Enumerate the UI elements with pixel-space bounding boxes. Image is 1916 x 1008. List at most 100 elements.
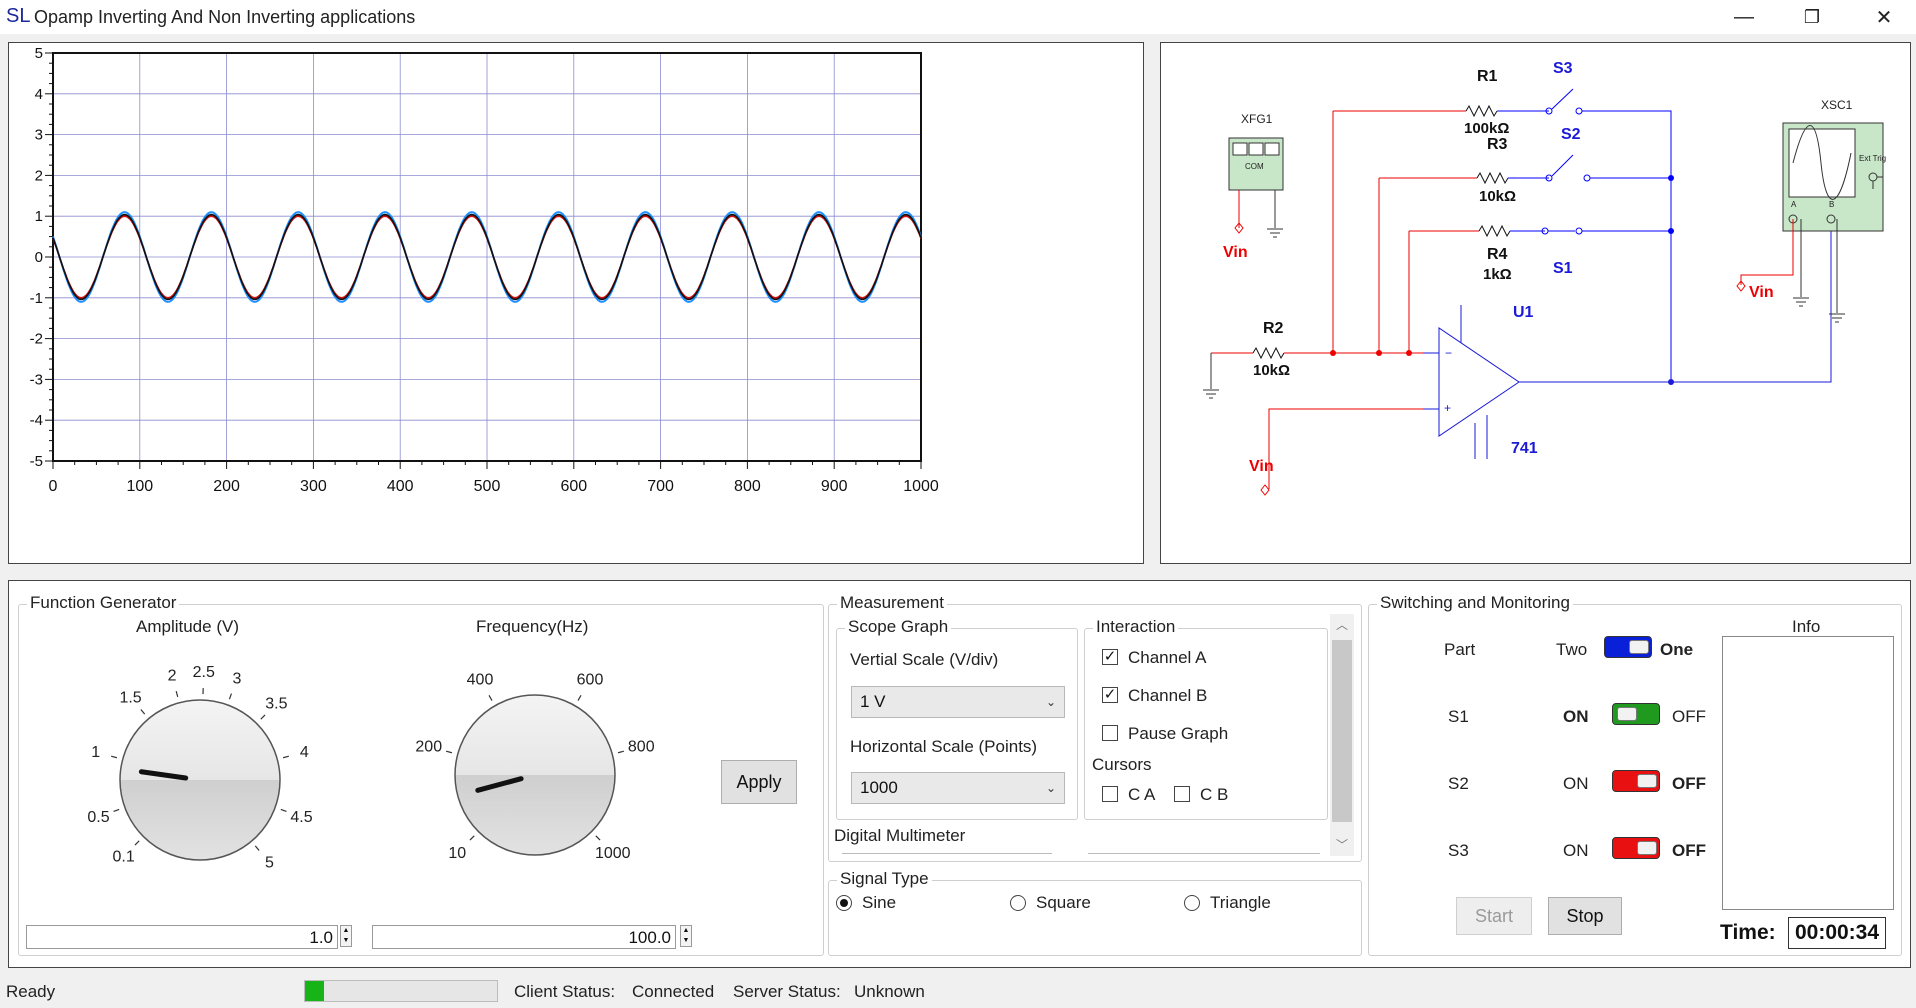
y-tick-label: -4 <box>30 412 43 429</box>
knob-tick <box>110 755 118 759</box>
knob-tick-label: 200 <box>415 739 442 756</box>
s2-toggle[interactable] <box>1612 770 1660 792</box>
pause-graph-checkbox[interactable] <box>1102 725 1118 741</box>
window-title: Opamp Inverting And Non Inverting applic… <box>34 7 416 27</box>
knob-tick-label: 2 <box>168 668 177 685</box>
circuit-schematic: XFG1 COM Vin R1 100kΩ S3 R3 10kΩ S2 R4 1… <box>1203 60 1886 496</box>
sine-radio[interactable] <box>836 895 852 911</box>
knob-tick-label: 400 <box>467 672 494 689</box>
knob-tick <box>445 750 453 754</box>
knob-tick-label: 10 <box>448 845 466 862</box>
y-tick-label: 4 <box>35 86 43 103</box>
horizontal-scale-select[interactable]: 1000 ⌄ <box>851 772 1065 804</box>
horizontal-scale-value: 1000 <box>860 778 898 797</box>
maximize-button[interactable]: ❐ <box>1784 0 1840 34</box>
triangle-radio[interactable] <box>1184 895 1200 911</box>
r4-label: R4 <box>1487 246 1508 263</box>
stop-button[interactable]: Stop <box>1548 897 1622 935</box>
part-toggle[interactable] <box>1604 636 1652 658</box>
channel-a-checkbox[interactable]: ✓ <box>1102 649 1118 665</box>
status-progress-bar <box>304 980 498 1002</box>
knob-tick <box>134 840 140 846</box>
xsc1-label: XSC1 <box>1821 98 1853 112</box>
square-radio[interactable] <box>1010 895 1026 911</box>
time-value: 00:00:34 <box>1788 917 1886 949</box>
cursor-a-label: C A <box>1128 785 1156 804</box>
info-label: Info <box>1792 617 1821 636</box>
y-tick-label: -3 <box>30 371 43 388</box>
xsc-b-label: B <box>1829 200 1834 209</box>
client-status-label: Client Status: <box>514 982 616 1001</box>
scrollbar-thumb[interactable] <box>1332 640 1352 822</box>
knob-tick-label: 0.1 <box>113 848 135 865</box>
toggle-knob <box>1637 774 1657 788</box>
measurement-title: Measurement <box>837 593 947 613</box>
vertical-scale-select[interactable]: 1 V ⌄ <box>851 686 1065 718</box>
r1-label: R1 <box>1477 68 1498 85</box>
s2-row-label: S2 <box>1448 774 1469 793</box>
scope-chart[interactable]: 5 4 3 2 1 0 -1 -2 -3 -4 -5 0 100 200 300 400 500 600 700 80… <box>9 43 1143 563</box>
part-two-label: Two <box>1556 640 1588 659</box>
r3-label: R3 <box>1487 136 1508 153</box>
cursor-b-checkbox[interactable] <box>1174 786 1190 802</box>
knob-tick-label: 4 <box>300 744 309 761</box>
apply-button[interactable]: Apply <box>721 760 797 804</box>
knob-tick <box>175 690 179 698</box>
scroll-up-icon[interactable]: ︿ <box>1336 616 1348 633</box>
x-tick-label: 400 <box>387 478 414 495</box>
time-label: Time: <box>1720 921 1776 944</box>
knob-tick-label: 1000 <box>595 845 631 862</box>
toggle-knob <box>1629 640 1649 654</box>
knob-tick <box>140 709 146 715</box>
y-tick-label: 1 <box>35 208 43 225</box>
knob-tick <box>228 693 233 700</box>
scroll-down-icon[interactable]: ﹀ <box>1336 836 1348 853</box>
s1-toggle[interactable] <box>1612 703 1660 725</box>
status-ready: Ready <box>6 982 56 1001</box>
knob-tick <box>577 695 582 701</box>
x-tick-label: 100 <box>126 478 153 495</box>
frequency-knob[interactable]: 10 200 400 600 800 1000 <box>390 660 670 880</box>
s1-label: S1 <box>1553 260 1573 277</box>
status-bar: Ready Client Status: Connected Server St… <box>0 976 1916 1008</box>
s1-row-label: S1 <box>1448 707 1469 726</box>
knob-tick-label: 0.5 <box>87 809 109 826</box>
amplitude-value-input[interactable]: 1.0 <box>26 925 338 949</box>
s3-label: S3 <box>1553 60 1573 77</box>
s3-toggle[interactable] <box>1612 837 1660 859</box>
y-tick-label: 2 <box>35 167 43 184</box>
amplitude-knob[interactable]: 0.1 0.5 1 1.5 2 2.5 3 3.5 4 4.5 5 <box>40 640 380 880</box>
x-tick-label: 700 <box>647 478 674 495</box>
amplitude-spinner[interactable]: ▲ ▼ <box>340 925 352 947</box>
cursors-label: Cursors <box>1092 755 1152 774</box>
knob-dial[interactable] <box>454 694 616 856</box>
measurement-scrollbar[interactable]: ︿ ﹀ <box>1330 614 1354 856</box>
title-bar: SL Opamp Inverting And Non Inverting app… <box>0 0 1916 34</box>
frequency-spinner[interactable]: ▲ ▼ <box>680 925 692 947</box>
x-tick-label: 900 <box>821 478 848 495</box>
s3-off-label: OFF <box>1672 841 1706 860</box>
close-button[interactable]: ✕ <box>1856 0 1912 34</box>
cursor-a-checkbox[interactable] <box>1102 786 1118 802</box>
knob-dial[interactable] <box>119 699 281 861</box>
scope-graph-panel: 5 4 3 2 1 0 -1 -2 -3 -4 -5 0 100 200 300 400 500 600 700 80… <box>8 42 1144 564</box>
toggle-knob <box>1637 841 1657 855</box>
knob-tick <box>254 845 260 851</box>
y-tick-label: -5 <box>30 453 43 470</box>
knob-tick <box>282 755 290 759</box>
progress-fill <box>305 981 325 1001</box>
vertical-scale-value: 1 V <box>860 692 886 711</box>
part-label: Part <box>1444 640 1476 659</box>
u1-label: U1 <box>1513 304 1534 321</box>
amplitude-label: Amplitude (V) <box>136 617 239 636</box>
square-label: Square <box>1036 893 1091 912</box>
r3-value: 10kΩ <box>1479 188 1516 205</box>
triangle-label: Triangle <box>1210 893 1271 912</box>
channel-b-checkbox[interactable]: ✓ <box>1102 687 1118 703</box>
s3-row-label: S3 <box>1448 841 1469 860</box>
minimize-button[interactable]: — <box>1716 0 1772 34</box>
y-tick-label: 3 <box>35 127 43 144</box>
sine-label: Sine <box>862 893 897 912</box>
frequency-value-input[interactable]: 100.0 <box>372 925 676 949</box>
start-button[interactable]: Start <box>1456 897 1532 935</box>
